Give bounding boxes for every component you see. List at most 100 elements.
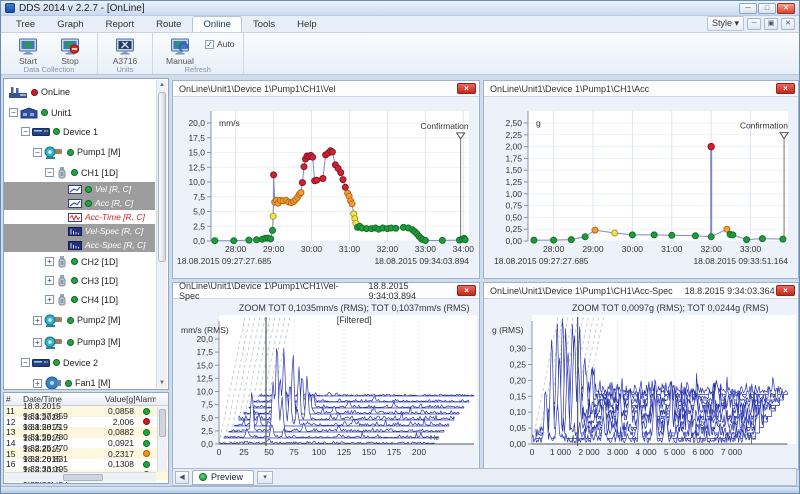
- menu-tab-row: TreeGraphReportRouteOnlineToolsHelp Styl…: [1, 16, 799, 33]
- scroll-down-arrow-icon[interactable]: ▼: [157, 378, 167, 388]
- svg-text:0,25: 0,25: [509, 359, 526, 369]
- tab-preview[interactable]: Preview: [192, 470, 254, 485]
- chart-title-vel-spec: OnLine\Unit1\Device 1\Pump1\CH1\Vel-Spec: [179, 281, 356, 301]
- start-button[interactable]: Start: [7, 35, 49, 66]
- tree-item-pump2-m[interactable]: +Pump2 [M]: [4, 309, 155, 331]
- tree-item-online[interactable]: OnLine: [4, 81, 155, 103]
- close-button[interactable]: ✕: [777, 3, 795, 14]
- menu-tab-tools[interactable]: Tools: [242, 16, 286, 32]
- tree-item-unit1[interactable]: −Unit1: [4, 103, 155, 122]
- tree-vertical-scrollbar[interactable]: ▲ ▼: [156, 80, 167, 388]
- maximize-button[interactable]: □: [758, 3, 776, 14]
- table-vertical-scrollbar[interactable]: [157, 407, 167, 472]
- collapse-icon[interactable]: −: [21, 127, 30, 136]
- tree-item-ch3-1d[interactable]: +CH3 [1D]: [4, 271, 155, 290]
- svg-text:0,10: 0,10: [509, 407, 526, 417]
- minimize-button[interactable]: ─: [739, 3, 757, 14]
- menu-tab-graph[interactable]: Graph: [46, 16, 94, 32]
- stop-button[interactable]: Stop: [49, 35, 91, 66]
- tree-item-ch1-1d[interactable]: − CH1 [1D]: [4, 163, 155, 182]
- table-header-[interactable]: #: [4, 394, 21, 404]
- svg-text:7,5: 7,5: [201, 400, 213, 410]
- tree-item-fan1-m[interactable]: + Fan1 [M]: [4, 372, 155, 389]
- svg-text:g: g: [536, 118, 541, 128]
- tree-item-vel-spec-r-c[interactable]: Vel-Spec [R, C]: [4, 224, 155, 238]
- tab-nav-left-arrow-icon[interactable]: ◀: [175, 471, 189, 484]
- expand-icon[interactable]: +: [45, 257, 54, 266]
- tree-item-pump1-m[interactable]: −Pump1 [M]: [4, 141, 155, 163]
- tree-item-device-2[interactable]: −Device 2: [4, 353, 155, 372]
- status-dot-green: [67, 149, 74, 156]
- ribbon-group-label: Data Collection: [1, 65, 97, 74]
- expand-icon[interactable]: +: [33, 338, 42, 347]
- chart-close-button-vel-trend[interactable]: ×: [457, 83, 476, 94]
- menu-tab-help[interactable]: Help: [286, 16, 328, 32]
- expand-icon[interactable]: +: [33, 379, 42, 388]
- chart-title-bar-acc-trend: OnLine\Unit1\Device 1\Pump1\CH1\Acc ×: [484, 81, 798, 97]
- status-dot-green: [71, 258, 78, 265]
- tree-item-pump3-m[interactable]: +Pump3 [M]: [4, 331, 155, 353]
- status-dot-green: [71, 296, 78, 303]
- mdi-minimize-button[interactable]: ─: [747, 18, 761, 30]
- tree-item-ch4-1d[interactable]: +CH4 [1D]: [4, 290, 155, 309]
- collapse-icon[interactable]: −: [9, 108, 18, 117]
- collapse-icon[interactable]: −: [21, 358, 30, 367]
- tree-item-label: OnLine: [41, 87, 70, 97]
- status-dot-green: [67, 317, 74, 324]
- chart-title-acc-trend: OnLine\Unit1\Device 1\Pump1\CH1\Acc: [490, 84, 649, 94]
- table-header-value-g[interactable]: Value[g]: [103, 394, 136, 404]
- table-header-alarm[interactable]: Alarm: [136, 394, 156, 404]
- mdi-close-button[interactable]: ✕: [781, 18, 795, 30]
- collapse-icon[interactable]: −: [45, 168, 54, 177]
- table-hscroll-thumb[interactable]: [63, 474, 103, 481]
- auto-checkbox-box[interactable]: ✓: [205, 40, 214, 49]
- pump-icon: [44, 313, 64, 328]
- preview-tab-label: Preview: [211, 472, 243, 482]
- fan-icon: [44, 376, 62, 389]
- menu-tab-report[interactable]: Report: [95, 16, 146, 32]
- svg-text:32:00: 32:00: [701, 244, 723, 254]
- expand-icon[interactable]: +: [45, 276, 54, 285]
- tree-item-acc-r-c[interactable]: Acc [R, C]: [4, 196, 155, 210]
- svg-text:2,5: 2,5: [201, 426, 213, 436]
- tree-item-label: CH1 [1D]: [81, 168, 118, 178]
- table-horizontal-scrollbar[interactable]: [5, 472, 156, 482]
- cell-alarm: [136, 440, 156, 447]
- a3716-button[interactable]: A3716: [104, 35, 146, 66]
- tree-scroll-thumb[interactable]: [158, 92, 166, 262]
- menu-tab-route[interactable]: Route: [145, 16, 192, 32]
- collapse-icon[interactable]: −: [33, 148, 42, 157]
- channel-icon: [56, 255, 68, 268]
- tree-item-vel-r-c[interactable]: Vel [R, C]: [4, 182, 155, 196]
- mdi-restore-button[interactable]: ▣: [764, 18, 778, 30]
- tree-box: OnLine−Unit1−Device 1−Pump1 [M]−CH1 [1D]…: [3, 78, 169, 390]
- tree-item-acc-spec-r-c[interactable]: Acc-Spec [R, C]: [4, 238, 155, 252]
- table-vscroll-thumb[interactable]: [159, 409, 166, 437]
- tree-item-device-1[interactable]: −Device 1: [4, 122, 155, 141]
- chart-close-button-acc-trend[interactable]: ×: [776, 83, 795, 94]
- svg-text:15,0: 15,0: [196, 360, 213, 370]
- tree-item-label: Vel [R, C]: [95, 184, 131, 194]
- cell-num: 12: [4, 417, 21, 427]
- svg-text:7,5: 7,5: [193, 192, 205, 202]
- svg-text:200: 200: [412, 447, 426, 457]
- tree-item-label: Fan1 [M]: [75, 378, 111, 388]
- chart-close-button-acc-spec[interactable]: ×: [776, 285, 795, 296]
- ribbon-group-label: Refresh: [153, 65, 243, 74]
- style-dropdown[interactable]: Style ▾: [707, 16, 744, 31]
- tree-item-acc-time-r-c[interactable]: Acc-Time [R, C]: [4, 210, 155, 224]
- status-dot-green: [85, 186, 92, 193]
- manual-button[interactable]: Manual: [159, 35, 201, 66]
- expand-icon[interactable]: +: [45, 295, 54, 304]
- menu-tab-tree[interactable]: Tree: [5, 16, 46, 32]
- scroll-up-arrow-icon[interactable]: ▲: [157, 80, 167, 90]
- tab-dropdown-icon[interactable]: ▾: [257, 471, 273, 484]
- expand-icon[interactable]: +: [33, 316, 42, 325]
- svg-text:31:00: 31:00: [661, 244, 683, 254]
- menu-tab-online[interactable]: Online: [192, 16, 241, 32]
- tree-item-ch2-1d[interactable]: +CH2 [1D]: [4, 252, 155, 271]
- svg-text:18.08.2015 09:34:03.894: 18.08.2015 09:34:03.894: [374, 256, 469, 266]
- chart-close-button-vel-spec[interactable]: ×: [457, 285, 476, 296]
- auto-checkbox[interactable]: ✓Auto: [205, 39, 235, 49]
- svg-text:0,25: 0,25: [505, 224, 522, 234]
